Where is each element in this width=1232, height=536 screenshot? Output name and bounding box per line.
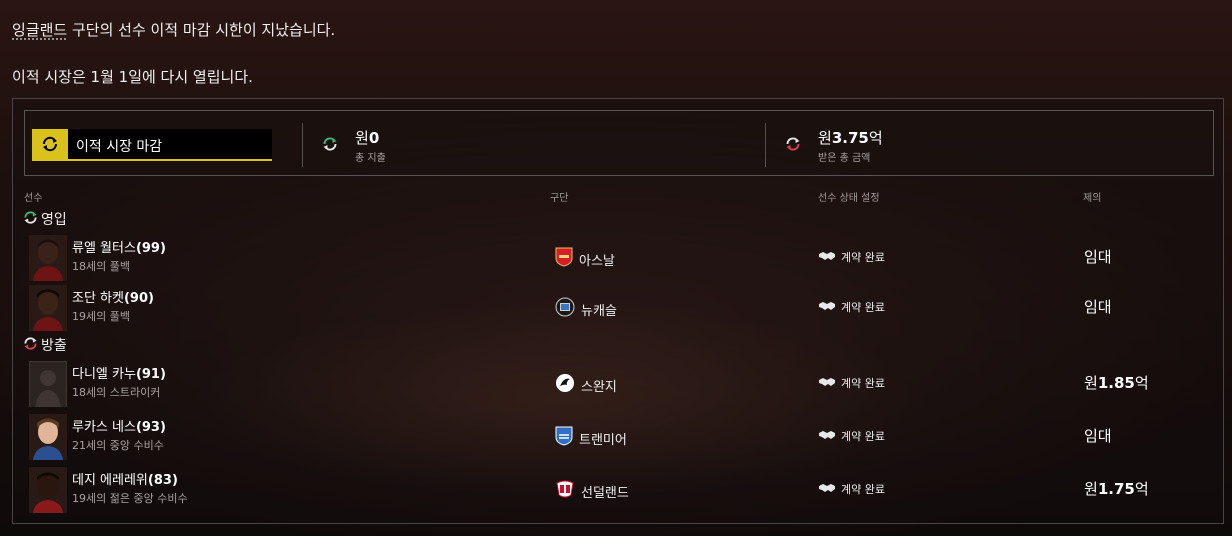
club-cell[interactable]: 선덜랜드 [555,479,629,503]
club-cell[interactable]: 아스날 [555,247,615,271]
player-name[interactable]: 데지 에레레위(83) [72,469,178,488]
player-avatar-placeholder [29,361,67,407]
column-header-status[interactable]: 선수 상태 설정 [818,189,880,204]
player-name[interactable]: 다니엘 카누(91) [72,363,166,382]
player-avatar [29,467,67,513]
tranmere-crest-icon [555,426,573,450]
club-name: 아스날 [579,253,615,269]
player-rating: (99) [135,241,166,256]
deadline-notice: 잉글랜드 구단의 선수 이적 마감 시한이 지났습니다. [12,19,335,40]
column-header-offer[interactable]: 제의 [1083,189,1101,204]
column-header-player[interactable]: 선수 [24,189,42,204]
player-description: 18세의 풀백 [72,260,130,273]
section-outgoing-label: 방출 [41,338,67,354]
table-row[interactable]: 루카스 네스(93) 21세의 중앙 수비수 트랜미어 계약 완료 임대 [13,414,1223,462]
deadline-banner: 이적 시장 마감 [32,129,272,161]
player-name-text: 루카스 네스 [72,420,136,435]
player-rating: (91) [135,367,166,382]
received-unit: 억 [868,129,883,147]
status-label: 계약 완료 [841,377,885,390]
window-reopen-notice: 이적 시장은 1월 1일에 다시 열립니다. [12,68,253,86]
section-incoming: 영입 [23,209,67,229]
player-description: 19세의 풀백 [72,310,130,323]
player-name-text: 데지 에레레위 [72,473,148,488]
spent-label: 총 지출 [355,153,386,164]
club-country-link[interactable]: 잉글랜드 [12,21,67,39]
player-description: 18세의 스트라이커 [72,386,161,399]
player-name-text: 다니엘 카누 [72,367,136,382]
status-cell[interactable]: 계약 완료 [819,249,885,265]
received-label: 받은 총 금액 [818,153,871,164]
deadline-notice-text: 구단의 선수 이적 마감 시한이 지났습니다. [67,21,336,39]
table-row[interactable]: 조단 하켓(90) 19세의 풀백 뉴캐슬 계약 완료 임대 [13,285,1223,333]
player-avatar [29,235,67,281]
offer-value: 원1.75억 [1084,480,1149,498]
player-avatar [29,414,67,460]
column-header-club[interactable]: 구단 [550,189,568,204]
handshake-icon [819,430,835,443]
deadline-label: 이적 시장 마감 [76,139,163,155]
status-cell[interactable]: 계약 완료 [819,299,885,315]
outgoing-transfer-icon [785,136,801,156]
handshake-icon [819,301,835,314]
handshake-icon [819,251,835,264]
player-rating: (90) [123,291,154,306]
spent-amount: 0 [368,129,380,147]
club-cell[interactable]: 트랜미어 [555,426,627,450]
club-name: 스완지 [581,379,617,395]
player-name-text: 류엘 월터스 [72,241,136,256]
offer-value: 임대 [1084,298,1112,316]
received-currency: 원 [818,129,832,147]
offer-value: 임대 [1084,427,1112,445]
transfer-summary: 이적 시장 마감 원0 총 지출 원3.75억 받은 총 금액 [24,110,1214,176]
player-name[interactable]: 조단 하켓(90) [72,287,154,306]
outgoing-transfer-icon [23,336,38,355]
table-row[interactable]: 데지 에레레위(83) 19세의 젊은 중앙 수비수 선덜랜드 계약 완료 원1… [13,467,1223,515]
received-amount: 3.75 [831,129,869,147]
sunderland-crest-icon [555,479,575,503]
player-name-text: 조단 하켓 [72,291,124,306]
section-outgoing: 방출 [23,335,67,355]
club-name: 트랜미어 [579,432,627,448]
status-label: 계약 완료 [841,483,885,496]
player-name[interactable]: 류엘 월터스(99) [72,237,166,256]
swansea-crest-icon [555,373,575,397]
summary-divider [765,123,766,167]
summary-divider [302,123,303,167]
table-row[interactable]: 류엘 월터스(99) 18세의 풀백 아스날 계약 완료 임대 [13,235,1223,283]
club-name: 뉴캐슬 [581,303,617,319]
offer-value: 원1.85억 [1084,374,1149,392]
handshake-icon [819,377,835,390]
player-description: 21세의 중앙 수비수 [72,439,164,452]
club-cell[interactable]: 스완지 [555,373,617,397]
status-label: 계약 완료 [841,430,885,443]
player-name[interactable]: 루카스 네스(93) [72,416,166,435]
player-avatar [29,285,67,331]
status-label: 계약 완료 [841,251,885,264]
section-incoming-label: 영입 [41,212,67,228]
handshake-icon [819,483,835,496]
table-row[interactable]: 다니엘 카누(91) 18세의 스트라이커 스완지 계약 완료 원1.85억 [13,361,1223,409]
status-cell[interactable]: 계약 완료 [819,481,885,497]
status-cell[interactable]: 계약 완료 [819,428,885,444]
player-rating: (93) [135,420,166,435]
transfer-cycle-icon [32,129,68,159]
offer-value: 임대 [1084,248,1112,266]
incoming-transfer-icon [322,136,338,156]
spent-currency: 원 [355,129,369,147]
player-rating: (83) [147,473,178,488]
player-description: 19세의 젊은 중앙 수비수 [72,492,188,505]
club-name: 선덜랜드 [581,485,629,501]
arsenal-crest-icon [555,247,573,271]
status-label: 계약 완료 [841,301,885,314]
incoming-transfer-icon [23,210,38,229]
newcastle-crest-icon [555,297,575,321]
transfer-panel: 이적 시장 마감 원0 총 지출 원3.75억 받은 총 금액 선수 구단 선수… [12,98,1224,524]
status-cell[interactable]: 계약 완료 [819,375,885,391]
club-cell[interactable]: 뉴캐슬 [555,297,617,321]
